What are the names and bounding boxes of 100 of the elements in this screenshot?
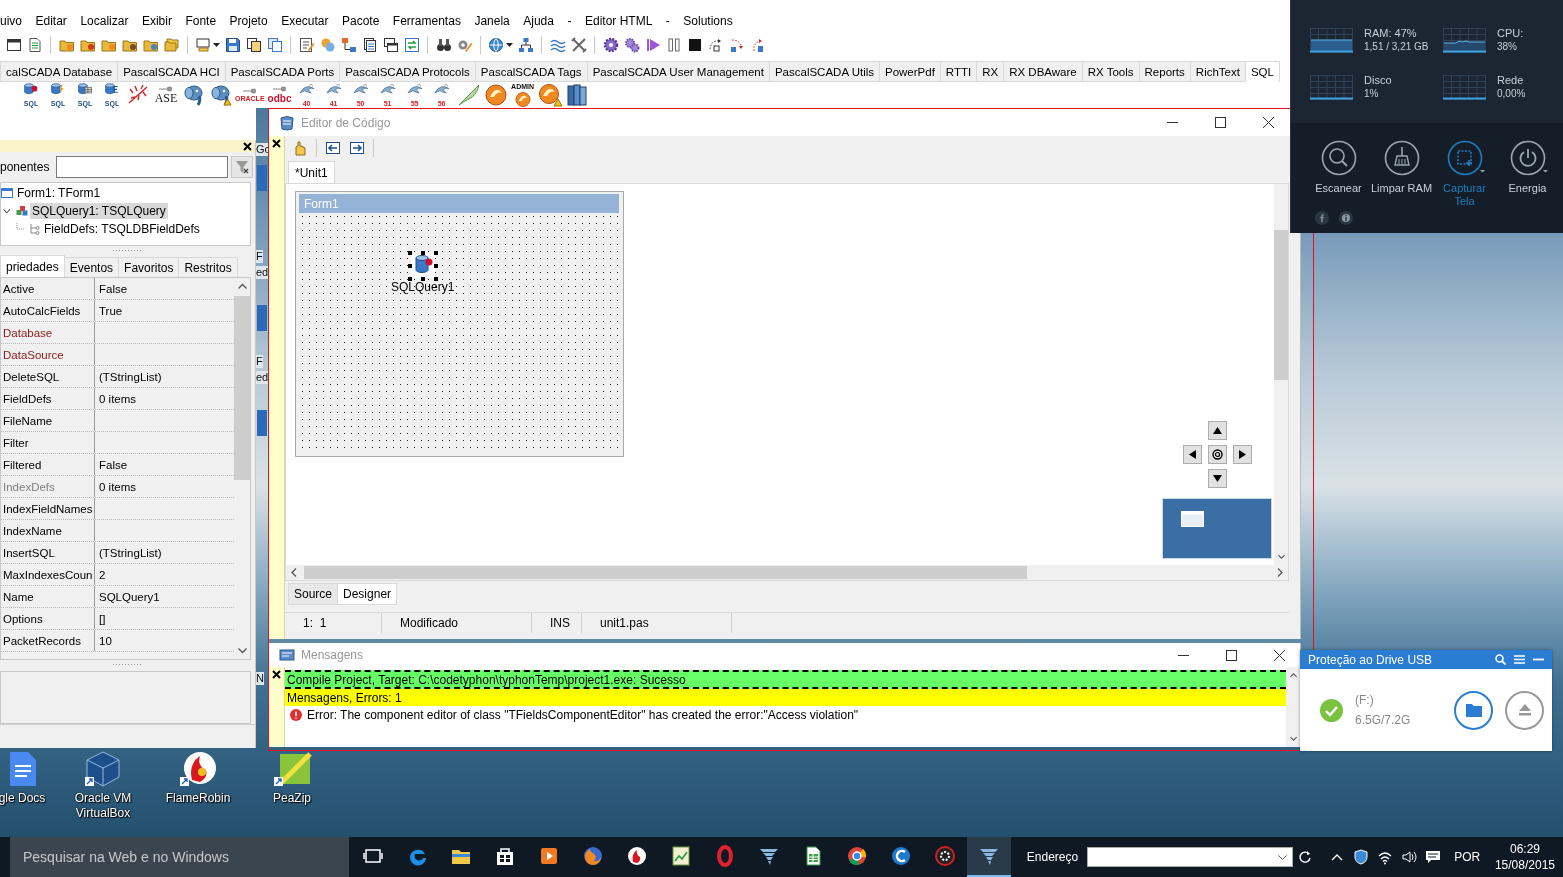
scroll-up-button[interactable] [1207, 421, 1227, 440]
clock[interactable]: 06:29 15/08/2015 [1482, 841, 1563, 873]
palette-tab[interactable]: RX Tools [1081, 61, 1140, 82]
menu-item[interactable]: Editar [35, 14, 67, 28]
menu-item[interactable]: Executar [281, 14, 329, 28]
property-value[interactable]: (TStringList) [95, 542, 234, 563]
flame-bird-icon[interactable] [178, 751, 218, 787]
tree-item[interactable]: FieldDefs: TSQLDBFieldDefs [42, 221, 202, 237]
palette-tab[interactable]: PascalSCADA Tags [474, 61, 588, 82]
component-button[interactable] [564, 82, 589, 108]
property-value[interactable]: 10 [95, 630, 234, 651]
scroll-down-icon[interactable] [1277, 554, 1285, 560]
palette-tab[interactable]: PascalSCADA User Management [586, 61, 770, 82]
close-icon[interactable] [272, 670, 281, 679]
action-button[interactable]: Capturar Tela [1433, 140, 1496, 208]
overview-map[interactable] [1162, 498, 1272, 559]
scroll-up-icon[interactable] [1289, 672, 1297, 678]
palette-tab[interactable]: RTTI [939, 61, 978, 82]
menu-item[interactable]: Projeto [229, 14, 268, 28]
palette-tab[interactable]: RichText [1189, 61, 1246, 82]
palette-tab[interactable]: PascalSCADA Ports [224, 61, 341, 82]
property-value[interactable]: False [95, 454, 234, 475]
menu-item[interactable]: - [665, 14, 670, 28]
desktop-icon-label[interactable]: gle Docs [0, 791, 46, 806]
scroll-down-icon[interactable] [237, 648, 247, 654]
component-button[interactable]: odbc [267, 82, 292, 108]
component-button[interactable] [483, 82, 508, 108]
taskbar-app-button[interactable] [966, 837, 1011, 877]
horizontal-scrollbar[interactable] [286, 565, 1288, 580]
menu-item[interactable]: Janela [474, 14, 510, 28]
cube-icon[interactable] [83, 751, 123, 787]
palette-tab[interactable]: PowerPdf [879, 61, 941, 82]
language-indicator[interactable]: POR [1451, 837, 1483, 877]
palette-tab[interactable]: PascalSCADA Utils [768, 61, 880, 82]
desktop-icon-tile[interactable] [257, 410, 267, 436]
menu-item[interactable]: Pacote [342, 14, 380, 28]
menu-item[interactable]: Solutions [683, 14, 733, 28]
info-icon[interactable] [1339, 211, 1353, 225]
action-button[interactable]: Escanear [1307, 140, 1370, 208]
eject-button[interactable] [1505, 690, 1544, 730]
property-value[interactable]: False [95, 278, 234, 299]
menu-item[interactable]: Editor HTML [584, 14, 653, 28]
dropdown-button[interactable] [193, 35, 222, 55]
desktop-icon-tile[interactable] [257, 305, 267, 331]
inspector-tab[interactable]: priedades [0, 255, 65, 277]
property-value[interactable]: 0 items [95, 476, 234, 497]
palette-tab[interactable]: Reports [1138, 61, 1191, 82]
center-button[interactable] [1207, 445, 1227, 464]
desktop-icon-label[interactable]: Oracle VM VirtualBox [67, 791, 139, 821]
property-value[interactable]: SQLQuery1 [95, 586, 234, 607]
scroll-left-icon[interactable] [291, 568, 297, 577]
dropdown-button[interactable] [486, 35, 515, 55]
action-button[interactable]: Energia [1496, 140, 1559, 208]
menu-item[interactable]: Ferramentas [392, 14, 461, 28]
property-value[interactable]: True [95, 300, 234, 321]
menu-item[interactable]: Exibir [141, 14, 172, 28]
desktop-icon-tile[interactable] [257, 165, 267, 191]
view-tab[interactable]: Source [288, 583, 339, 605]
filter-input[interactable] [56, 155, 228, 178]
action-button[interactable]: Limpar RAM [1370, 140, 1433, 208]
palette-tab[interactable]: PascalSCADA Protocols [339, 61, 476, 82]
splitter-grip[interactable] [112, 249, 143, 252]
scroll-right-icon[interactable] [1277, 568, 1283, 577]
menu-item[interactable]: Fonte [185, 14, 217, 28]
menu-item[interactable]: Localizar [80, 14, 129, 28]
search-icon[interactable] [1495, 654, 1506, 665]
address-field[interactable] [1087, 847, 1294, 867]
scroll-down-icon[interactable] [1289, 736, 1297, 742]
component-button[interactable] [537, 82, 562, 108]
scroll-up-icon[interactable] [237, 283, 247, 289]
component-button[interactable] [208, 82, 232, 108]
tree-item[interactable]: SQLQuery1: TSQLQuery [30, 203, 168, 219]
close-icon[interactable] [272, 139, 281, 148]
desktop-icon-label[interactable]: PeaZip [273, 791, 311, 806]
desktop-icon-label[interactable]: FlameRobin [165, 791, 231, 806]
scroll-left-button[interactable] [1182, 445, 1202, 464]
view-tab[interactable]: Designer [337, 583, 398, 605]
menu-icon[interactable] [1514, 654, 1525, 665]
scroll-right-button[interactable] [1232, 445, 1252, 464]
facebook-icon[interactable] [1315, 211, 1329, 225]
property-value[interactable]: 2 [95, 564, 234, 585]
vertical-scrollbar[interactable] [1286, 667, 1300, 747]
file-tab[interactable]: *Unit1 [288, 161, 335, 183]
tree-item[interactable]: Form1: TForm1 [15, 185, 103, 201]
palette-tab[interactable]: RX [976, 61, 1005, 82]
scroll-down-button[interactable] [1207, 469, 1227, 488]
menu-item[interactable]: uivo [0, 14, 22, 28]
database-query-icon[interactable] [405, 249, 440, 283]
property-value[interactable]: [] [95, 608, 234, 629]
zip-icon[interactable] [272, 751, 312, 787]
splitter-grip[interactable] [112, 663, 143, 666]
palette-tab[interactable]: calSCADA Database [0, 61, 119, 82]
component-button[interactable]: ASE [154, 82, 178, 108]
open-folder-button[interactable] [1454, 690, 1493, 730]
close-icon[interactable] [243, 141, 252, 151]
palette-tab[interactable]: SQL [1244, 61, 1280, 82]
expander-icon[interactable] [3, 206, 12, 216]
property-value[interactable]: 0 items [95, 388, 234, 409]
inspector-tab[interactable]: Restritos [178, 257, 238, 277]
palette-tab[interactable]: RX DBAware [1003, 61, 1083, 82]
